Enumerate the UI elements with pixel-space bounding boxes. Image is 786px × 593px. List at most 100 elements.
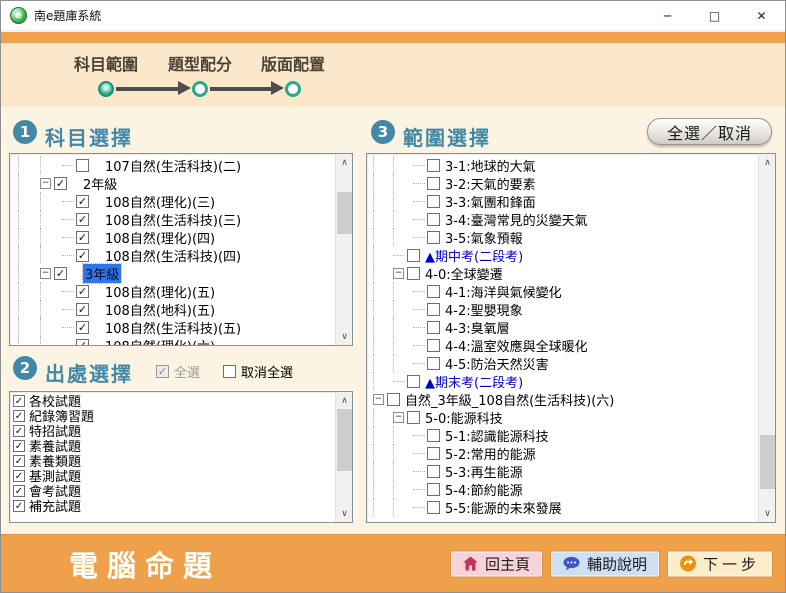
- checkbox[interactable]: ✓: [76, 213, 89, 226]
- deselect-all-checkbox[interactable]: 取消全選: [223, 362, 293, 381]
- tree-label[interactable]: 108自然(理化)(三): [105, 192, 215, 211]
- checkbox[interactable]: ✓: [13, 395, 25, 407]
- tree-label[interactable]: 3-5:氣象預報: [445, 228, 523, 247]
- checkbox[interactable]: [407, 375, 420, 388]
- tree-label[interactable]: 5-4:節約能源: [445, 480, 523, 499]
- tree-label[interactable]: 3-1:地球的大氣: [445, 156, 536, 175]
- scroll-down-icon[interactable]: ∨: [336, 328, 353, 345]
- tree-row[interactable]: ✓108自然(理化)(五): [10, 282, 335, 300]
- checkbox[interactable]: ✓: [76, 231, 89, 244]
- checkbox[interactable]: ✓: [76, 321, 89, 334]
- checkbox[interactable]: ✓: [76, 195, 89, 208]
- tree-label[interactable]: 3-3:氣團和鋒面: [445, 192, 536, 211]
- tree-row[interactable]: 3-4:臺灣常見的災變天氣: [367, 210, 758, 228]
- checkbox[interactable]: [427, 429, 440, 442]
- list-item[interactable]: ✓補充試題: [10, 498, 335, 513]
- close-button[interactable]: ✕: [738, 1, 785, 30]
- scrollbar-thumb[interactable]: [337, 409, 352, 471]
- checkbox[interactable]: [76, 159, 89, 172]
- tree-row[interactable]: 5-4:節約能源: [367, 480, 758, 498]
- home-button[interactable]: 回主頁: [451, 551, 542, 576]
- range-tree-scrollbar[interactable]: ∧ ∨: [758, 154, 775, 522]
- checkbox[interactable]: [407, 249, 420, 262]
- checkbox[interactable]: ✓: [13, 500, 25, 512]
- help-button[interactable]: 輔助說明: [551, 551, 659, 576]
- checkbox[interactable]: [427, 339, 440, 352]
- tree-row[interactable]: −✓ 3年級: [10, 264, 335, 282]
- maximize-button[interactable]: □: [691, 1, 738, 30]
- checkbox[interactable]: [427, 195, 440, 208]
- tree-label[interactable]: 4-4:溫室效應與全球暖化: [445, 336, 588, 355]
- tree-label[interactable]: 5-1:認識能源科技: [445, 426, 549, 445]
- tree-row[interactable]: 5-1:認識能源科技: [367, 426, 758, 444]
- checkbox[interactable]: [427, 501, 440, 514]
- tree-row[interactable]: −自然_3年級_108自然(生活科技)(六): [367, 390, 758, 408]
- checkbox[interactable]: [427, 303, 440, 316]
- checkbox[interactable]: ✓: [54, 177, 67, 190]
- checkbox[interactable]: [387, 393, 400, 406]
- checkbox[interactable]: ✓: [76, 339, 89, 346]
- scroll-down-icon[interactable]: ∨: [759, 505, 776, 522]
- collapse-toggle-icon[interactable]: −: [393, 412, 404, 423]
- tree-row[interactable]: 5-3:再生能源: [367, 462, 758, 480]
- scrollbar-thumb[interactable]: [337, 192, 352, 234]
- collapse-toggle-icon[interactable]: −: [393, 268, 404, 279]
- tree-row[interactable]: ▲期末考(二段考): [367, 372, 758, 390]
- tree-row[interactable]: ✓ 108自然(理化)(三): [10, 192, 335, 210]
- tree-row[interactable]: ✓108自然(理化)(六): [10, 336, 335, 345]
- tree-label[interactable]: 107自然(生活科技)(二): [105, 156, 241, 175]
- tree-label[interactable]: 5-0:能源科技: [425, 408, 503, 427]
- scroll-up-icon[interactable]: ∧: [336, 392, 353, 409]
- tree-row[interactable]: −4-0:全球變遷: [367, 264, 758, 282]
- tree-label[interactable]: 自然_3年級_108自然(生活科技)(六): [405, 390, 614, 409]
- checkbox[interactable]: ✓: [54, 267, 67, 280]
- checkbox[interactable]: [407, 267, 420, 280]
- tree-label[interactable]: 108自然(生活科技)(三): [105, 210, 241, 229]
- checkbox[interactable]: ✓: [13, 455, 25, 467]
- tree-label[interactable]: 108自然(理化)(五): [105, 282, 215, 301]
- tree-label[interactable]: ▲期中考(二段考): [425, 246, 523, 265]
- tree-row[interactable]: ✓108自然(理化)(四): [10, 228, 335, 246]
- collapse-toggle-icon[interactable]: −: [40, 268, 51, 279]
- source-list-scrollbar[interactable]: ∧ ∨: [335, 392, 352, 522]
- next-step-button[interactable]: 下一步: [668, 551, 772, 576]
- tree-label[interactable]: 5-5:能源的未來發展: [445, 498, 562, 517]
- scroll-up-icon[interactable]: ∧: [336, 154, 353, 171]
- checkbox[interactable]: ✓: [76, 249, 89, 262]
- tree-label[interactable]: ▲期末考(二段考): [425, 372, 523, 391]
- tree-row[interactable]: ✓108自然(生活科技)(五): [10, 318, 335, 336]
- checkbox[interactable]: [427, 357, 440, 370]
- checkbox[interactable]: ✓: [13, 440, 25, 452]
- checkbox[interactable]: [223, 365, 236, 378]
- checkbox[interactable]: [427, 465, 440, 478]
- checkbox[interactable]: ✓: [156, 365, 169, 378]
- tree-label[interactable]: 2年級: [83, 174, 117, 193]
- step-circle-1-active[interactable]: [98, 81, 114, 97]
- tree-row[interactable]: 4-4:溫室效應與全球暖化: [367, 336, 758, 354]
- tree-label[interactable]: 5-3:再生能源: [445, 462, 523, 481]
- tree-row[interactable]: 3-5:氣象預報: [367, 228, 758, 246]
- tree-label[interactable]: 4-2:聖嬰現象: [445, 300, 523, 319]
- tree-label[interactable]: 4-1:海洋與氣候變化: [445, 282, 562, 301]
- checkbox[interactable]: [427, 231, 440, 244]
- checkbox[interactable]: ✓: [13, 410, 25, 422]
- checkbox[interactable]: [427, 177, 440, 190]
- checkbox[interactable]: [427, 285, 440, 298]
- tree-label[interactable]: 5-2:常用的能源: [445, 444, 536, 463]
- scroll-down-icon[interactable]: ∨: [336, 505, 353, 522]
- tree-row[interactable]: ▲期中考(二段考): [367, 246, 758, 264]
- tree-label[interactable]: 108自然(地科)(五): [105, 300, 215, 319]
- checkbox[interactable]: [427, 321, 440, 334]
- step-circle-3[interactable]: [285, 81, 301, 97]
- checkbox[interactable]: [427, 447, 440, 460]
- tree-row[interactable]: 4-3:臭氧層: [367, 318, 758, 336]
- tree-label[interactable]: 3年級: [83, 264, 121, 283]
- collapse-toggle-icon[interactable]: −: [40, 178, 51, 189]
- tree-row[interactable]: − 5-0:能源科技: [367, 408, 758, 426]
- tree-row[interactable]: ✓108自然(生活科技)(四): [10, 246, 335, 264]
- select-all-toggle-button[interactable]: 全選／取消: [647, 118, 772, 145]
- checkbox[interactable]: [427, 213, 440, 226]
- tree-row[interactable]: ✓108自然(地科)(五): [10, 300, 335, 318]
- tree-row[interactable]: 4-5:防治天然災害: [367, 354, 758, 372]
- tree-row[interactable]: 5-2:常用的能源: [367, 444, 758, 462]
